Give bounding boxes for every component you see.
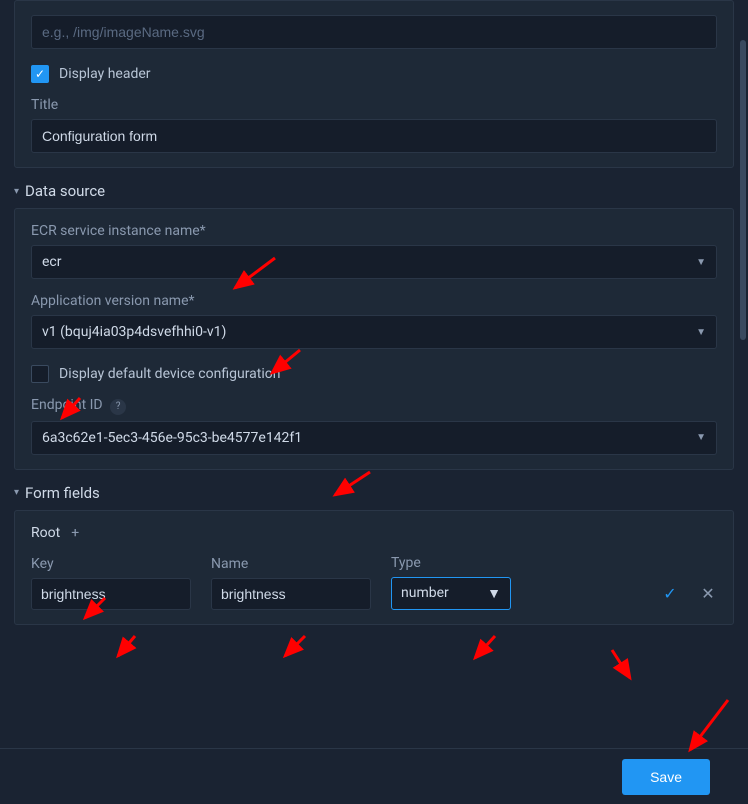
- data-source-panel: ECR service instance name* ecr ▼ Applica…: [14, 208, 734, 470]
- name-input[interactable]: [211, 578, 371, 610]
- chevron-down-icon: ▼: [696, 432, 706, 443]
- display-default-label: Display default device configuration: [59, 366, 280, 382]
- check-icon: ✓: [35, 68, 45, 80]
- type-column-label: Type: [391, 555, 511, 571]
- close-icon: ✕: [701, 584, 714, 603]
- display-default-checkbox[interactable]: [31, 365, 49, 383]
- chevron-down-icon: ▼: [696, 327, 706, 338]
- chevron-down-icon: ▼: [487, 585, 501, 602]
- confirm-field-button[interactable]: ✓: [661, 578, 679, 610]
- image-path-input[interactable]: [31, 15, 717, 49]
- app-version-select[interactable]: v1 (bquj4ia03p4dsvefhhi0-v1) ▼: [31, 315, 717, 349]
- endpoint-label: Endpoint ID ?: [31, 397, 717, 415]
- caret-down-icon: ▾: [14, 186, 19, 197]
- check-icon: ✓: [663, 584, 676, 603]
- chevron-down-icon: ▼: [696, 257, 706, 268]
- footer: Save: [0, 748, 748, 804]
- endpoint-select[interactable]: 6a3c62e1-5ec3-456e-95c3-be4577e142f1 ▼: [31, 421, 717, 455]
- title-label: Title: [31, 97, 717, 113]
- caret-down-icon: ▾: [14, 487, 19, 498]
- save-button[interactable]: Save: [622, 759, 710, 795]
- add-field-button[interactable]: +: [68, 526, 82, 540]
- form-fields-panel: Root + Key Name Type number ▼ ✓: [14, 510, 734, 625]
- title-input[interactable]: [31, 119, 717, 153]
- ecr-select[interactable]: ecr ▼: [31, 245, 717, 279]
- appearance-panel: ✓ Display header Title: [14, 0, 734, 168]
- app-version-label: Application version name*: [31, 293, 717, 309]
- key-input[interactable]: [31, 578, 191, 610]
- remove-field-button[interactable]: ✕: [699, 578, 717, 610]
- display-header-label: Display header: [59, 66, 151, 82]
- ecr-label: ECR service instance name*: [31, 223, 717, 239]
- form-fields-header[interactable]: ▾ Form fields: [14, 484, 734, 502]
- name-column-label: Name: [211, 556, 371, 572]
- key-column-label: Key: [31, 556, 191, 572]
- scrollbar[interactable]: [740, 40, 746, 340]
- display-header-checkbox[interactable]: ✓: [31, 65, 49, 83]
- root-label: Root: [31, 525, 60, 541]
- help-icon[interactable]: ?: [110, 399, 126, 415]
- type-select[interactable]: number ▼: [391, 577, 511, 610]
- data-source-header[interactable]: ▾ Data source: [14, 182, 734, 200]
